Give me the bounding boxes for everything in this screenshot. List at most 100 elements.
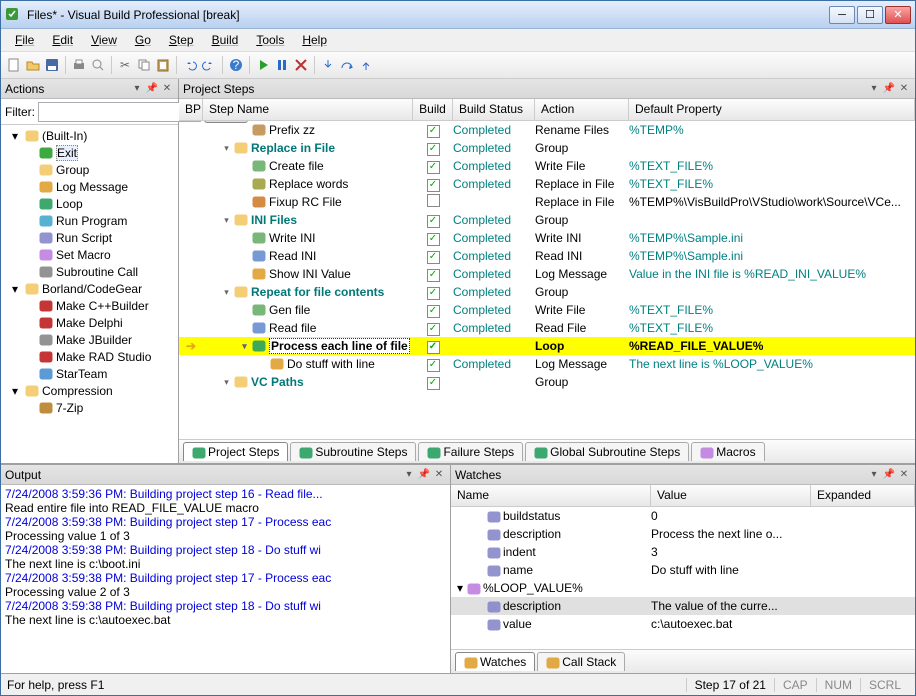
action-item[interactable]: ▾Borland/CodeGear <box>3 280 176 297</box>
watch-row[interactable]: descriptionProcess the next line o... <box>451 525 915 543</box>
project-step-row[interactable]: Create file✓CompletedWrite File%TEXT_FIL… <box>179 157 915 175</box>
action-item[interactable]: Set Macro <box>3 246 176 263</box>
expander-icon[interactable]: ▾ <box>8 129 22 143</box>
action-item[interactable]: Loop <box>3 195 176 212</box>
pin-icon[interactable]: 📌 <box>882 82 896 96</box>
expander-icon[interactable]: ▾ <box>8 282 22 296</box>
expander-icon[interactable]: ▾ <box>221 143 232 154</box>
build-checkbox[interactable]: ✓ <box>427 125 440 138</box>
project-step-row[interactable]: Prefix zz✓CompletedRename Files%TEMP% <box>179 121 915 139</box>
maximize-button[interactable]: ☐ <box>857 6 883 24</box>
action-item[interactable]: Subroutine Call <box>3 263 176 280</box>
project-step-row[interactable]: Gen file✓CompletedWrite File%TEXT_FILE% <box>179 301 915 319</box>
dropdown-icon[interactable]: ▾ <box>130 82 144 96</box>
build-checkbox[interactable]: ✓ <box>427 287 440 300</box>
project-step-row[interactable]: Read file✓CompletedRead File%TEXT_FILE% <box>179 319 915 337</box>
watch-row[interactable]: ▾%LOOP_VALUE% <box>451 579 915 597</box>
menu-view[interactable]: View <box>83 31 125 49</box>
build-checkbox[interactable]: ✓ <box>427 323 440 336</box>
build-checkbox[interactable]: ✓ <box>427 143 440 156</box>
open-icon[interactable] <box>24 56 42 74</box>
action-item[interactable]: 7-Zip <box>3 399 176 416</box>
menu-go[interactable]: Go <box>127 31 159 49</box>
save-icon[interactable] <box>43 56 61 74</box>
watch-row[interactable]: buildstatus0 <box>451 507 915 525</box>
expander-icon[interactable]: ▾ <box>221 215 232 226</box>
expander-icon[interactable]: ▾ <box>221 377 232 388</box>
tab-watches[interactable]: Watches <box>455 652 535 671</box>
tab-failure-steps[interactable]: Failure Steps <box>418 442 523 461</box>
build-checkbox[interactable] <box>427 194 440 207</box>
build-checkbox[interactable]: ✓ <box>427 341 440 354</box>
dropdown-icon[interactable]: ▾ <box>402 468 416 482</box>
action-item[interactable]: Run Script <box>3 229 176 246</box>
project-step-row[interactable]: Write INI✓CompletedWrite INI%TEMP%\Sampl… <box>179 229 915 247</box>
pause-icon[interactable] <box>273 56 291 74</box>
menu-tools[interactable]: Tools <box>248 31 292 49</box>
action-item[interactable]: Make Delphi <box>3 314 176 331</box>
build-checkbox[interactable]: ✓ <box>427 215 440 228</box>
close-pane-icon[interactable]: ✕ <box>897 468 911 482</box>
paste-icon[interactable] <box>154 56 172 74</box>
action-item[interactable]: ▾Compression <box>3 382 176 399</box>
watch-row[interactable]: nameDo stuff with line <box>451 561 915 579</box>
menu-build[interactable]: Build <box>204 31 247 49</box>
action-item[interactable]: Group <box>3 161 176 178</box>
action-item[interactable]: Run Program <box>3 212 176 229</box>
menu-edit[interactable]: Edit <box>44 31 81 49</box>
project-step-row[interactable]: ➔▾Process each line of file✓Loop%READ_FI… <box>179 337 915 355</box>
build-checkbox[interactable]: ✓ <box>427 269 440 282</box>
tab-project-steps[interactable]: Project Steps <box>183 442 288 461</box>
project-step-row[interactable]: ▾Repeat for file contents✓CompletedGroup <box>179 283 915 301</box>
close-pane-icon[interactable]: ✕ <box>432 468 446 482</box>
action-item[interactable]: ▾(Built-In) <box>3 127 176 144</box>
build-checkbox[interactable]: ✓ <box>427 377 440 390</box>
redo-icon[interactable] <box>200 56 218 74</box>
build-checkbox[interactable]: ✓ <box>427 233 440 246</box>
watch-row[interactable]: indent3 <box>451 543 915 561</box>
close-pane-icon[interactable]: ✕ <box>160 82 174 96</box>
project-step-row[interactable]: ▾INI Files✓CompletedGroup <box>179 211 915 229</box>
tab-call-stack[interactable]: Call Stack <box>537 652 625 671</box>
dropdown-icon[interactable]: ▾ <box>867 468 881 482</box>
project-step-row[interactable]: Do stuff with line✓CompletedLog MessageT… <box>179 355 915 373</box>
project-step-row[interactable]: Read INI✓CompletedRead INI%TEMP%\Sample.… <box>179 247 915 265</box>
project-step-row[interactable]: Show INI Value✓CompletedLog MessageValue… <box>179 265 915 283</box>
watches-grid[interactable]: buildstatus0descriptionProcess the next … <box>451 507 915 649</box>
step-into-icon[interactable] <box>319 56 337 74</box>
tab-macros[interactable]: Macros <box>691 442 764 461</box>
tab-global-subroutine-steps[interactable]: Global Subroutine Steps <box>525 442 689 461</box>
undo-icon[interactable] <box>181 56 199 74</box>
step-over-icon[interactable] <box>338 56 356 74</box>
build-checkbox[interactable]: ✓ <box>427 161 440 174</box>
tab-subroutine-steps[interactable]: Subroutine Steps <box>290 442 416 461</box>
play-icon[interactable] <box>254 56 272 74</box>
print-icon[interactable] <box>70 56 88 74</box>
expander-icon[interactable]: ▾ <box>239 341 250 352</box>
build-checkbox[interactable]: ✓ <box>427 359 440 372</box>
action-item[interactable]: Exit <box>3 144 176 161</box>
menu-file[interactable]: File <box>7 31 42 49</box>
action-item[interactable]: Log Message <box>3 178 176 195</box>
action-item[interactable]: Make JBuilder <box>3 331 176 348</box>
project-grid[interactable]: Prefix zz✓CompletedRename Files%TEMP%▾Re… <box>179 121 915 439</box>
minimize-button[interactable]: ─ <box>829 6 855 24</box>
close-button[interactable]: ✕ <box>885 6 911 24</box>
dropdown-icon[interactable]: ▾ <box>867 82 881 96</box>
cut-icon[interactable]: ✂ <box>116 56 134 74</box>
step-out-icon[interactable] <box>357 56 375 74</box>
new-icon[interactable] <box>5 56 23 74</box>
pin-icon[interactable]: 📌 <box>145 82 159 96</box>
pin-icon[interactable]: 📌 <box>882 468 896 482</box>
watch-row[interactable]: descriptionThe value of the curre... <box>451 597 915 615</box>
action-item[interactable]: Make RAD Studio <box>3 348 176 365</box>
copy-icon[interactable] <box>135 56 153 74</box>
build-checkbox[interactable]: ✓ <box>427 179 440 192</box>
expander-icon[interactable]: ▾ <box>221 287 232 298</box>
preview-icon[interactable] <box>89 56 107 74</box>
build-checkbox[interactable]: ✓ <box>427 251 440 264</box>
build-checkbox[interactable]: ✓ <box>427 305 440 318</box>
close-pane-icon[interactable]: ✕ <box>897 82 911 96</box>
expander-icon[interactable]: ▾ <box>8 384 22 398</box>
action-item[interactable]: StarTeam <box>3 365 176 382</box>
